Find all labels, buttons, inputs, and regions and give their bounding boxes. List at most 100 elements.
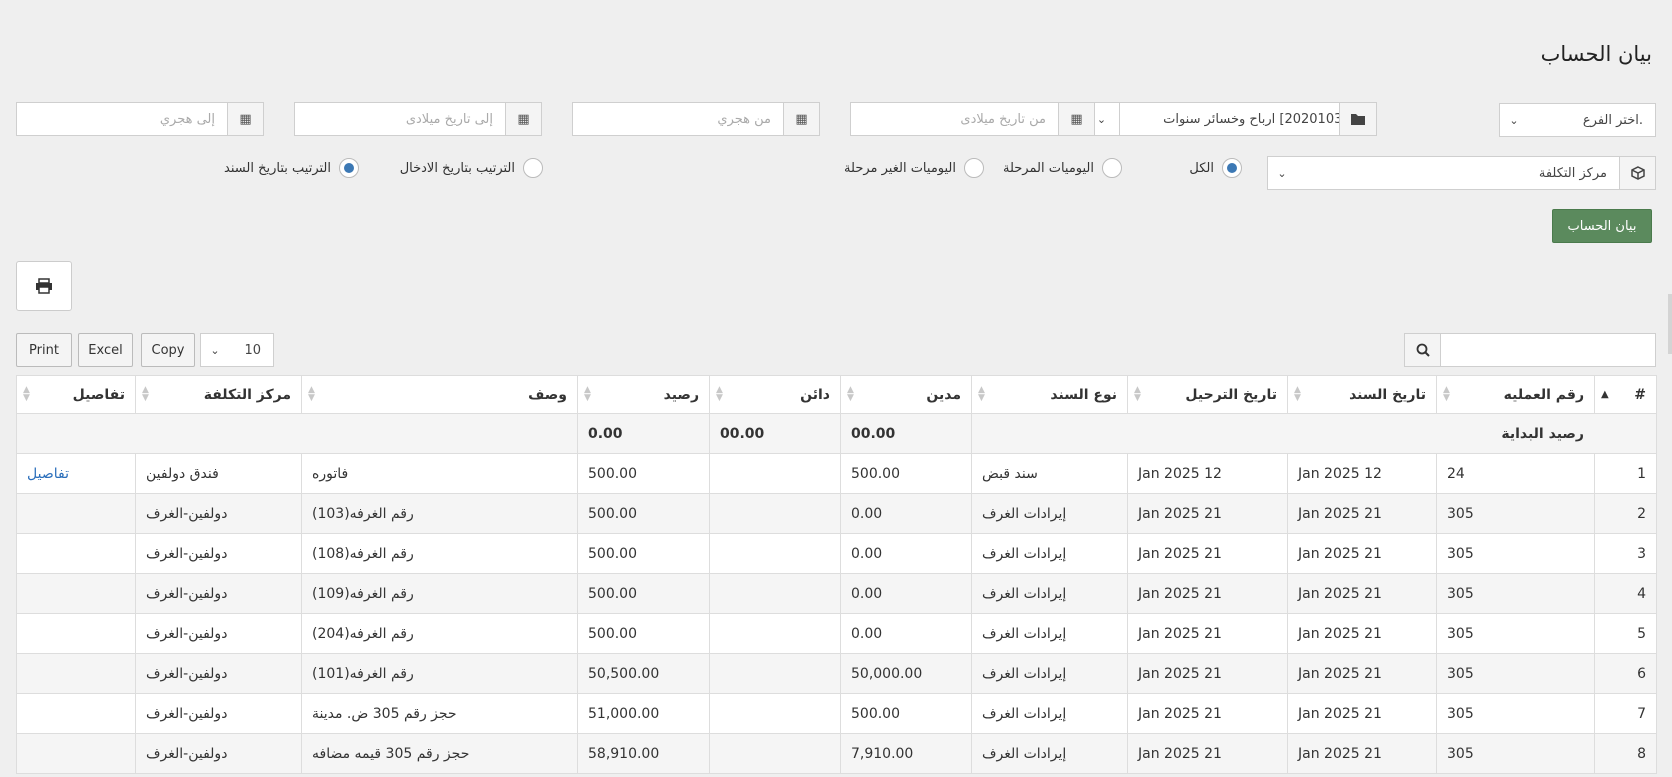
sort-icon: ▲ ▼ (1443, 385, 1450, 403)
cell-desc: رقم الغرفه(108) (301, 533, 578, 574)
printer-icon (36, 278, 52, 294)
cell-cost-center: دولفين-الغرف (135, 573, 302, 614)
col-header-debit[interactable]: مدين ▲ ▼ (840, 375, 972, 414)
cell-post-date: 21 Jan 2025 (1127, 613, 1288, 654)
statement-button[interactable]: بيان الحساب (1552, 209, 1652, 243)
cell-balance: 500.00 (577, 533, 710, 574)
search-field[interactable] (1404, 333, 1656, 367)
to-hijri-field[interactable]: إلى هجري ▦ (16, 102, 264, 136)
cell-debit: 0.00 (840, 573, 972, 614)
cell-details[interactable]: تفاصيل (16, 453, 136, 494)
cell-desc: رقم الغرفه(103) (301, 493, 578, 534)
statement-table: # ▲ رقم العمليه ▲ ▼ تاريخ السند ▲ ▼ تاريخ الت… (16, 375, 1657, 774)
sort-icon: ▲ ▼ (978, 385, 985, 403)
radio-indicator[interactable] (339, 158, 359, 178)
print-icon-button[interactable] (16, 261, 72, 311)
radio-indicator[interactable] (1102, 158, 1122, 178)
sort-icon: ▲ ▼ (847, 385, 854, 403)
table-row: 2 305 21 Jan 2025 21 Jan 2025 إيرادات الغرف 0… (16, 493, 1657, 534)
calendar-icon[interactable]: ▦ (227, 103, 263, 135)
cell-type: إيرادات الغرف (971, 653, 1128, 694)
from-gregorian-field[interactable]: من تاريخ ميلادى ▦ (850, 102, 1095, 136)
chevron-down-icon: ⌄ (210, 343, 220, 357)
cost-center-select[interactable]: ⌄ مركز التكلفة (1267, 156, 1656, 190)
chevron-down-icon: ⌄ (1509, 113, 1519, 127)
col-header-cost-center[interactable]: مركز التكلفة ▲ ▼ (135, 375, 302, 414)
search-icon[interactable] (1405, 334, 1441, 366)
to-gregorian-field[interactable]: إلى تاريخ ميلادى ▦ (294, 102, 542, 136)
cell-details (16, 653, 136, 694)
cell-voucher-date: 21 Jan 2025 (1287, 653, 1437, 694)
radio-indicator[interactable] (964, 158, 984, 178)
table-row: 5 305 21 Jan 2025 21 Jan 2025 إيرادات الغرف 0… (16, 613, 1657, 654)
cell-credit (709, 573, 841, 614)
calendar-icon[interactable]: ▦ (783, 103, 819, 135)
account-select[interactable]: ⌄ [202010301] ارباح وخسائر سنوات (1083, 102, 1376, 136)
col-header-details[interactable]: تفاصيل ▲ ▼ (16, 375, 136, 414)
col-header-index[interactable]: # ▲ (1594, 375, 1657, 414)
print-button[interactable]: Print (16, 333, 72, 367)
cell-credit (709, 653, 841, 694)
radio-sort-entry[interactable]: الترتيب بتاريخ الادخال (400, 158, 543, 178)
col-header-op[interactable]: رقم العمليه ▲ ▼ (1436, 375, 1595, 414)
cell-credit (709, 493, 841, 534)
calendar-icon[interactable]: ▦ (1058, 103, 1094, 135)
sort-icon: ▲ ▼ (142, 385, 149, 403)
opening-debit: 00.00 (840, 413, 972, 454)
folder-icon (1351, 114, 1365, 125)
radio-posted[interactable]: اليوميات المرحلة (1003, 158, 1122, 178)
cell-op: 305 (1436, 733, 1595, 774)
col-header-type[interactable]: نوع السند ▲ ▼ (971, 375, 1128, 414)
calendar-icon[interactable]: ▦ (505, 103, 541, 135)
excel-button[interactable]: Excel (78, 333, 133, 367)
cell-cost-center: دولفين-الغرف (135, 493, 302, 534)
sort-icon: ▲ ▼ (584, 385, 591, 403)
cell-type: إيرادات الغرف (971, 493, 1128, 534)
radio-sort-voucher[interactable]: الترتيب بتاريخ السند (224, 158, 359, 178)
cell-post-date: 21 Jan 2025 (1127, 493, 1288, 534)
branch-select[interactable]: ⌄ اختر الفرع. (1499, 103, 1656, 137)
cell-voucher-date: 21 Jan 2025 (1287, 493, 1437, 534)
cell-post-date: 21 Jan 2025 (1127, 733, 1288, 774)
cell-desc: حجز رقم 305 قيمه مضافه (301, 733, 578, 774)
col-header-credit[interactable]: دائن ▲ ▼ (709, 375, 841, 414)
opening-balance-row: رصيد البداية 00.00 00.00 0.00 (16, 413, 1657, 454)
cell-voucher-date: 21 Jan 2025 (1287, 733, 1437, 774)
cube-icon (1619, 157, 1655, 189)
cell-desc: رقم الغرفه(204) (301, 613, 578, 654)
radio-indicator[interactable] (1222, 158, 1242, 178)
cell-voucher-date: 21 Jan 2025 (1287, 533, 1437, 574)
cell-debit: 0.00 (840, 613, 972, 654)
sort-icon: ▲ ▼ (308, 385, 315, 403)
col-header-balance[interactable]: رصيد ▲ ▼ (577, 375, 710, 414)
cell-details (16, 493, 136, 534)
cell-index: 5 (1594, 613, 1657, 654)
from-hijri-field[interactable]: من هجري ▦ (572, 102, 820, 136)
cell-balance: 500.00 (577, 453, 710, 494)
cell-voucher-date: 21 Jan 2025 (1287, 573, 1437, 614)
table-row: 1 24 12 Jan 2025 12 Jan 2025 سند قبض 500.00 50… (16, 453, 1657, 494)
table-row: 8 305 21 Jan 2025 21 Jan 2025 إيرادات الغرف 7… (16, 733, 1657, 774)
cell-op: 305 (1436, 693, 1595, 734)
col-header-post-date[interactable]: تاريخ الترحيل ▲ ▼ (1127, 375, 1288, 414)
cell-op: 305 (1436, 533, 1595, 574)
cell-details (16, 733, 136, 774)
cell-post-date: 21 Jan 2025 (1127, 653, 1288, 694)
cell-type: إيرادات الغرف (971, 693, 1128, 734)
cell-balance: 51,000.00 (577, 693, 710, 734)
opening-label: رصيد البداية (971, 413, 1657, 454)
radio-all[interactable]: الكل (1189, 158, 1242, 178)
col-header-voucher-date[interactable]: تاريخ السند ▲ ▼ (1287, 375, 1437, 414)
radio-indicator[interactable] (523, 158, 543, 178)
cell-credit (709, 613, 841, 654)
page-size-select[interactable]: ⌄ 10 (200, 333, 274, 367)
folder-button[interactable] (1339, 102, 1377, 136)
cell-debit: 50,000.00 (840, 653, 972, 694)
radio-unposted[interactable]: اليوميات الغير مرحلة (844, 158, 984, 178)
cell-desc: رقم الغرفه(109) (301, 573, 578, 614)
table-row: 6 305 21 Jan 2025 21 Jan 2025 إيرادات الغرف 5… (16, 653, 1657, 694)
cell-post-date: 21 Jan 2025 (1127, 693, 1288, 734)
copy-button[interactable]: Copy (141, 333, 195, 367)
scrollbar[interactable] (1668, 294, 1672, 354)
col-header-desc[interactable]: وصف ▲ ▼ (301, 375, 578, 414)
